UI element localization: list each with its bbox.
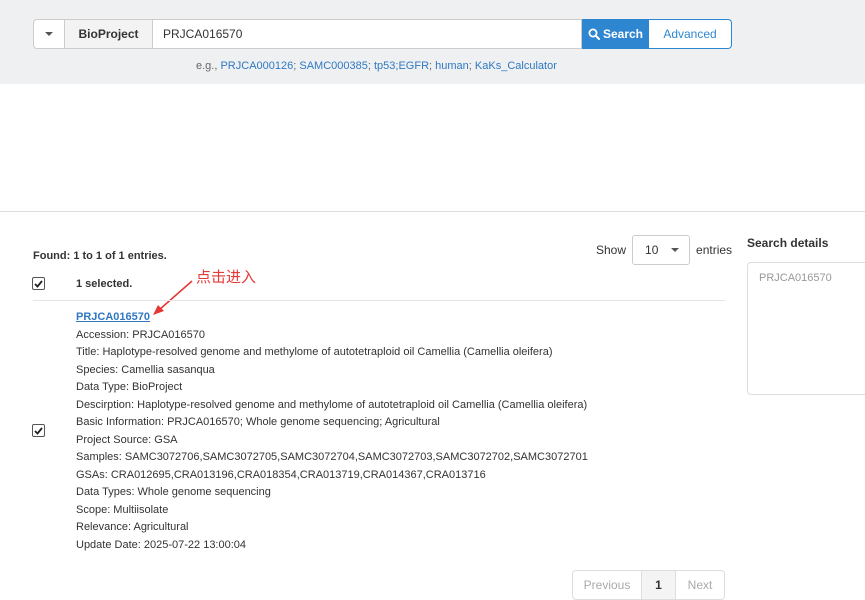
entry-field: GSAs: CRA012695,CRA013196,CRA018354,CRA0… <box>76 468 486 481</box>
entry-field: Data Type: BioProject <box>76 381 183 393</box>
row-divider <box>33 300 725 301</box>
checkmark-icon <box>34 426 43 435</box>
search-bar: BioProject Search Advanced <box>33 19 732 49</box>
database-selector[interactable]: BioProject <box>64 19 153 49</box>
entries-label: entries <box>696 243 733 257</box>
search-input[interactable] <box>153 19 582 49</box>
examples-prefix: e.g., <box>196 60 218 72</box>
pagination: Previous 1 Next <box>572 570 725 600</box>
select-all-checkbox[interactable] <box>32 277 45 290</box>
page-size-select[interactable]: 10 <box>632 235 691 265</box>
search-button-label: Search <box>602 27 644 41</box>
example-link[interactable]: tp53;EGFR <box>374 60 429 72</box>
annotation-label: 点击进入 <box>196 269 257 286</box>
entry-field: Basic Information: PRJCA016570; Whole ge… <box>76 416 440 428</box>
search-details-query: PRJCA016570 <box>759 272 832 284</box>
caret-down-icon <box>45 32 53 36</box>
entry-field: Scope: Multiisolate <box>76 503 169 516</box>
current-page-button[interactable]: 1 <box>642 570 676 600</box>
entry-field: Relevance: Agricultural <box>76 521 189 533</box>
example-link[interactable]: human <box>435 60 469 72</box>
search-examples: e.g., PRJCA000126; SAMC000385; tp53;EGFR… <box>196 60 557 72</box>
example-link[interactable]: KaKs_Calculator <box>475 60 557 72</box>
entry-field: Accession: PRJCA016570 <box>76 328 206 341</box>
entry-field: Samples: SAMC3072706,SAMC3072705,SAMC307… <box>76 451 588 463</box>
entry-field: Project Source: GSA <box>76 433 178 446</box>
results-count: Found: 1 to 1 of 1 entries. <box>33 250 167 262</box>
example-link[interactable]: SAMC000385 <box>299 60 368 72</box>
advanced-button[interactable]: Advanced <box>649 19 732 49</box>
result-entry: PRJCA016570 Accession: PRJCA016570 Title… <box>76 309 588 554</box>
row-checkbox[interactable] <box>32 424 45 437</box>
page-size-value: 10 <box>645 243 659 257</box>
accession-link[interactable]: PRJCA016570 <box>76 309 588 327</box>
show-label: Show <box>596 243 627 257</box>
entry-field: Title: Haplotype-resolved genome and met… <box>76 346 553 358</box>
search-details-box[interactable]: PRJCA016570 <box>747 262 865 395</box>
page-length-control: Show 10 entries <box>596 235 732 265</box>
next-page-button[interactable]: Next <box>676 570 725 600</box>
entry-field: Species: Camellia sasanqua <box>76 363 215 376</box>
entry-field: Update Date: 2025-07-22 13:00:04 <box>76 538 247 551</box>
caret-down-icon <box>671 248 680 252</box>
entry-field: Data Types: Whole genome sequencing <box>76 486 271 498</box>
previous-page-button[interactable]: Previous <box>572 570 642 600</box>
example-link[interactable]: PRJCA000126 <box>220 60 293 72</box>
checkmark-icon <box>34 279 43 288</box>
search-details-title: Search details <box>747 236 829 250</box>
database-dropdown-toggle[interactable] <box>33 19 64 49</box>
search-icon <box>588 28 600 40</box>
selected-count: 1 selected. <box>76 278 133 290</box>
entry-field: Descirption: Haplotype-resolved genome a… <box>76 398 588 411</box>
section-divider <box>0 211 865 212</box>
search-button[interactable]: Search <box>582 19 649 49</box>
